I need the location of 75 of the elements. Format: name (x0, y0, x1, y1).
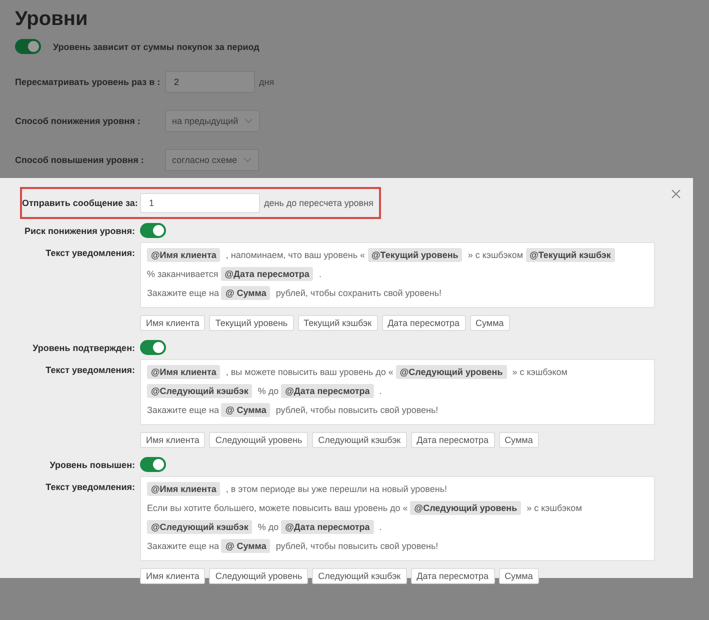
message-text: рублей, чтобы повысить свой уровень! (276, 541, 438, 551)
toggle-switch[interactable] (140, 223, 166, 238)
input-field[interactable]: 1 (140, 193, 260, 213)
message-text: . (318, 269, 322, 279)
toggle-switch[interactable] (15, 39, 41, 54)
field-label: Текст уведомления: (44, 364, 136, 375)
insert-variable-button[interactable]: Сумма (498, 432, 539, 448)
message-text: Закажите еще на (147, 405, 219, 415)
insert-variable-button[interactable]: Сумма (470, 315, 510, 331)
field-label: Отправить сообщение за: (22, 198, 139, 208)
message-text: рублей, чтобы повысить свой уровень! (276, 405, 438, 415)
unit-label: день до пересчета уровня (264, 198, 374, 208)
insert-variable-button[interactable]: Сумма (498, 568, 539, 584)
chevron-down-icon (243, 157, 252, 163)
variable-tag: @ Сумма (221, 286, 270, 300)
message-text: . (379, 386, 382, 396)
field-label: Способ повышения уровня : (15, 155, 145, 165)
insert-variable-button[interactable]: Имя клиента (140, 315, 206, 331)
message-text: » с кэшбэком (512, 367, 568, 377)
message-text: % до (258, 522, 279, 532)
variable-tag: @Дата пересмотра (281, 384, 374, 398)
field-label: Текст уведомления: (44, 247, 136, 258)
insert-variable-button[interactable]: Следующий кэшбэк (312, 568, 407, 584)
input-field[interactable]: 2 (165, 71, 255, 93)
chevron-down-icon (244, 118, 254, 124)
variable-tag: @ Сумма (221, 539, 270, 553)
message-editor[interactable]: @Имя клиента , вы можете повысить ваш уровень до « @Следующий уровень » с кэшбэком @Следующий кэшбэк % до @Дата пересмотра . Закажите еще на @ Сумма рублей, чтобы повысить свой уровень! (140, 359, 655, 425)
variable-tag: @ Сумма (221, 403, 270, 417)
message-editor[interactable] (140, 476, 655, 561)
variable-tag: @Имя клиента (147, 482, 220, 496)
insert-variable-button[interactable]: Текущий уровень (209, 315, 294, 331)
message-text: Закажите еще на (147, 541, 219, 551)
insert-variable-button[interactable]: Следующий кэшбэк (312, 432, 407, 448)
message-text: » с кэшбэком (526, 503, 582, 513)
field-label: Текст уведомления: (44, 481, 136, 492)
toggle-switch[interactable] (140, 457, 166, 472)
page-title: Уровни (15, 8, 89, 31)
message-text: » с кэшбэком (468, 250, 524, 260)
message-text: , в этом периоде вы уже перешли на новый уровень! (226, 484, 448, 494)
insert-variable-button[interactable]: Имя клиента (140, 432, 206, 448)
field-label: Уровень повышен: (48, 460, 136, 470)
message-text: % до (258, 386, 279, 396)
message-text: , вы можете повысить ваш уровень до « (226, 367, 394, 377)
field-label: Пересматривать уровень раз в : (15, 77, 162, 87)
insert-variable-button[interactable]: Имя клиента (140, 568, 206, 584)
message-text: Закажите еще на (147, 288, 219, 298)
message-editor[interactable]: @Имя клиента , напоминаем, что ваш уровень « @Текущий уровень » с кэшбэком @Текущий кэшбэк % заканчивается @Дата пересмотра . Закажите еще на @ Сумма рублей, чтобы сохранить свой уровень! (140, 242, 655, 308)
variable-tag: @Текущий уровень (368, 248, 462, 262)
field-label: Способ понижения уровня : (15, 116, 142, 126)
close-icon[interactable] (671, 189, 681, 199)
variable-tag: @Следующий уровень (396, 365, 507, 379)
variable-tag: @Следующий уровень (410, 501, 522, 515)
variable-tag: @Следующий кэшбэк (147, 520, 252, 534)
toggle-label: Уровень зависит от суммы покупок за период (53, 42, 260, 52)
variable-tag: @Текущий кэшбэк (526, 248, 615, 262)
insert-variable-button[interactable]: Следующий уровень (209, 568, 308, 584)
field-label: Риск понижения уровня: (23, 226, 136, 236)
message-text: . (379, 522, 382, 532)
insert-variable-button[interactable]: Текущий кэшбэк (298, 315, 378, 331)
message-text: Если вы хотите большего, можете повысить ваш уровень до « (147, 503, 408, 513)
field-label: Уровень подтвержден: (32, 342, 136, 352)
message-text: , напоминаем, что ваш уровень « (226, 250, 366, 260)
insert-variable-button[interactable]: Следующий уровень (209, 432, 308, 448)
toggle-switch[interactable] (140, 340, 166, 355)
message-text: рублей, чтобы сохранить свой уровень! (276, 288, 442, 298)
variable-tag: @Имя клиента (147, 248, 220, 262)
insert-variable-button[interactable]: Дата пересмотра (410, 432, 495, 448)
unit-label: дня (259, 77, 274, 87)
variable-tag: @Имя клиента (147, 365, 220, 379)
variable-tag: @Дата пересмотра (281, 520, 374, 534)
variable-tag: @Следующий кэшбэк (147, 384, 252, 398)
insert-variable-button[interactable]: Дата пересмотра (382, 315, 466, 331)
variable-tag: @Дата пересмотра (220, 267, 314, 281)
message-text: % заканчивается (147, 269, 218, 279)
insert-variable-button[interactable]: Дата пересмотра (410, 568, 495, 584)
